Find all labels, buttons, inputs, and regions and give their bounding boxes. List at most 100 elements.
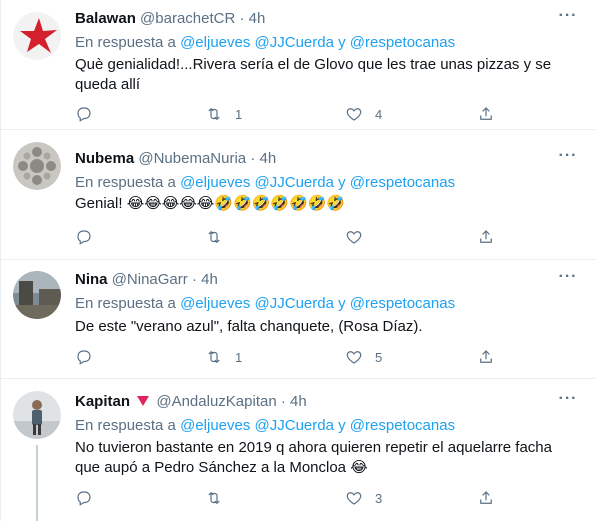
avatar[interactable] [13,271,61,319]
retweet-button[interactable] [205,488,235,508]
reply-context: En respuesta a @eljueves @JJCuerda y @re… [75,33,576,53]
reply-conjunction: y [338,417,346,434]
reply-prefix: En respuesta a [75,174,176,191]
reply-context: En respuesta a @eljueves @JJCuerda y @re… [75,294,576,314]
tweet[interactable]: Nina @NinaGarr · 4h ··· En respuesta a @… [1,260,596,379]
timestamp[interactable]: 4h [290,393,307,410]
avatar[interactable] [13,142,61,190]
reply-prefix: En respuesta a [75,295,176,312]
reply-button[interactable] [75,104,93,124]
tweet-text: Què genialidad!...Rivera sería el de Glo… [75,56,552,93]
reply-button[interactable] [75,488,93,508]
like-button[interactable]: 4 [345,104,382,124]
like-icon [346,351,362,364]
retweet-icon [208,350,220,364]
reply-context: En respuesta a @eljueves @JJCuerda y @re… [75,416,576,436]
separator-dot: · [280,393,286,410]
mention-link[interactable]: @JJCuerda [255,34,334,51]
more-icon[interactable]: ··· [558,148,578,169]
mention-link[interactable]: @respetocanas [350,417,455,434]
retweet-count: 1 [235,349,243,365]
reply-conjunction: y [338,174,346,191]
separator-dot: · [191,271,197,288]
retweet-icon [208,107,220,121]
tweet-header: Nina @NinaGarr · 4h [75,270,576,290]
author-name[interactable]: Nina [75,271,108,288]
tweet-text: No tuvieron bastante en 2019 q ahora qui… [75,439,552,476]
retweet-button[interactable]: 1 [205,104,242,124]
share-icon [480,107,492,120]
tweet-actions [75,227,495,247]
avatar-person-photo-icon [13,391,61,439]
like-count: 4 [375,106,383,122]
share-button[interactable] [477,227,495,247]
mention-link[interactable]: @eljueves [180,417,250,434]
tweet-text: Genial! 😂😂😂😂😂🤣🤣🤣🤣🤣🤣🤣 [75,195,346,212]
mention-link[interactable]: @eljueves [180,174,250,191]
tweet-actions: 1 4 [75,104,495,124]
author-handle[interactable]: @AndaluzKapitan [156,393,276,410]
reply-context: En respuesta a @eljueves @JJCuerda y @re… [75,173,576,193]
tweet-text: De este "verano azul", falta chanquete, … [75,318,423,335]
like-icon [346,492,362,505]
separator-dot: · [239,10,245,27]
avatar[interactable] [13,391,61,439]
mention-link[interactable]: @JJCuerda [255,295,334,312]
more-icon[interactable]: ··· [558,269,578,290]
like-button[interactable]: 5 [345,347,382,367]
avatar-star-icon [13,12,61,60]
share-button[interactable] [477,347,495,367]
author-handle[interactable]: @NubemaNuria [138,150,246,167]
author-name[interactable]: Nubema [75,150,134,167]
avatar-landscape-photo-icon [13,271,61,319]
reply-icon [77,350,91,365]
author-name[interactable]: Kapitan [75,393,130,410]
tweet-header: Kapitan @AndaluzKapitan · 4h [75,392,576,412]
retweet-button[interactable] [205,227,235,247]
tweet[interactable]: Nubema @NubemaNuria · 4h ··· En respuest… [1,130,596,260]
tweet-header: Nubema @NubemaNuria · 4h [75,149,576,169]
mention-link[interactable]: @JJCuerda [255,174,334,191]
share-button[interactable] [477,488,495,508]
author-handle[interactable]: @barachetCR [140,10,235,27]
more-icon[interactable]: ··· [558,8,578,29]
tweet[interactable]: Balawan @barachetCR · 4h ··· En respuest… [1,0,596,130]
reply-icon [77,491,91,506]
more-icon[interactable]: ··· [558,391,578,412]
share-icon [480,230,492,243]
reply-button[interactable] [75,227,93,247]
mention-link[interactable]: @respetocanas [350,295,455,312]
like-count: 5 [375,349,383,365]
thread-connector-line [36,445,38,521]
like-icon [346,108,362,121]
reply-conjunction: y [338,34,346,51]
share-icon [480,491,492,504]
share-button[interactable] [477,104,495,124]
like-button[interactable] [345,227,375,247]
down-triangle-badge-icon [137,396,150,406]
author-name[interactable]: Balawan [75,10,136,27]
reply-prefix: En respuesta a [75,34,176,51]
like-icon [346,231,362,244]
like-count: 3 [375,490,383,506]
tweet-actions: 3 [75,488,495,508]
mention-link[interactable]: @JJCuerda [255,417,334,434]
share-icon [480,350,492,363]
retweet-icon [208,491,220,505]
mention-link[interactable]: @respetocanas [350,174,455,191]
reply-button[interactable] [75,347,93,367]
tweet-actions: 1 5 [75,347,495,367]
timestamp[interactable]: 4h [201,271,218,288]
author-handle[interactable]: @NinaGarr [112,271,188,288]
like-button[interactable]: 3 [345,488,382,508]
timestamp[interactable]: 4h [259,150,276,167]
mention-link[interactable]: @eljueves [180,34,250,51]
retweet-button[interactable]: 1 [205,347,242,367]
reply-icon [77,107,91,122]
mention-link[interactable]: @eljueves [180,295,250,312]
separator-dot: · [250,150,256,167]
avatar[interactable] [13,12,61,60]
mention-link[interactable]: @respetocanas [350,34,455,51]
tweet[interactable]: Kapitan @AndaluzKapitan · 4h ··· En resp… [1,379,596,521]
timestamp[interactable]: 4h [249,10,266,27]
